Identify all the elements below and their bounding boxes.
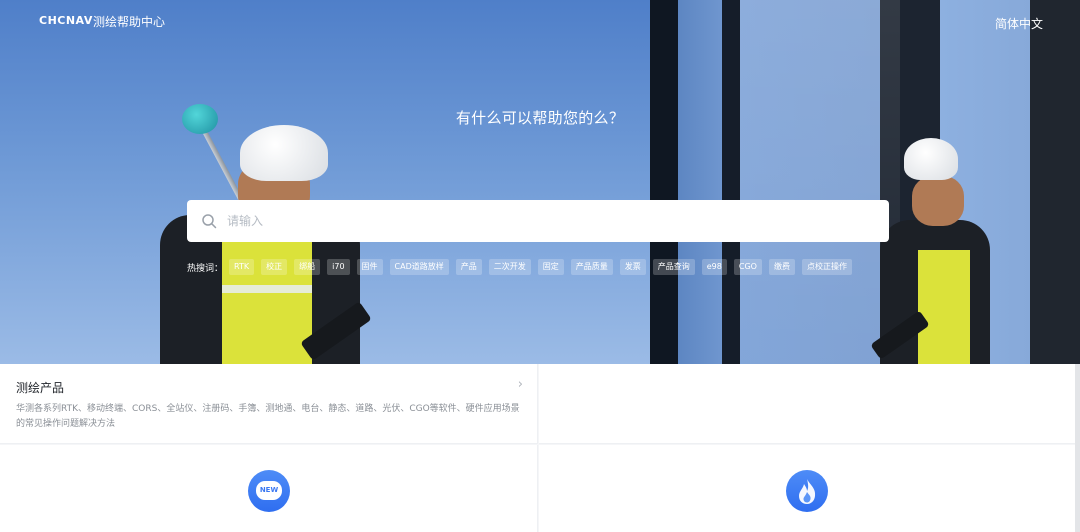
card-title: 测绘产品: [16, 381, 65, 395]
card-new[interactable]: NEW: [0, 445, 538, 532]
hot-search-label: 热搜词：: [187, 263, 224, 274]
hot-tag-firmware[interactable]: 固件: [356, 259, 383, 275]
new-icon: NEW: [248, 470, 290, 512]
card-empty: [539, 364, 1075, 444]
hot-tag-fixed[interactable]: 固定: [537, 259, 564, 275]
hero-banner: CHCNAV 测绘帮助中心 简体中文 有什么可以帮助您的么？ 热搜词： RTK …: [0, 0, 1080, 364]
hot-tag-point-calibration[interactable]: 点校正操作: [801, 259, 852, 275]
language-switcher[interactable]: 简体中文: [995, 15, 1043, 32]
card-description: 华测各系列RTK、移动终端、CORS、全站仪、注册码、手簿、测地通、电台、静态、…: [16, 404, 520, 429]
search-box[interactable]: [187, 200, 889, 242]
card-survey-products[interactable]: 测绘产品 › 华测各系列RTK、移动终端、CORS、全站仪、注册码、手簿、测地通…: [0, 364, 538, 444]
surveyor-reflection: [0, 0, 1080, 364]
chcnav-logo[interactable]: CHCNAV: [39, 14, 93, 27]
hot-tag-payment[interactable]: 缴费: [768, 259, 795, 275]
hot-tag-secondary-dev[interactable]: 二次开发: [488, 259, 531, 275]
hot-tag-cgo[interactable]: CGO: [733, 259, 762, 275]
hot-tag-product[interactable]: 产品: [455, 259, 482, 275]
hot-tag-rtk[interactable]: RTK: [229, 259, 255, 275]
top-nav: CHCNAV 测绘帮助中心 简体中文: [0, 0, 1080, 42]
card-hot[interactable]: [539, 445, 1075, 532]
hot-tag-ship[interactable]: 绑船: [294, 259, 321, 275]
site-title[interactable]: 测绘帮助中心: [93, 13, 165, 30]
hero-title: 有什么可以帮助您的么？: [455, 109, 625, 127]
search-input[interactable]: [227, 214, 867, 228]
hot-tag-invoice[interactable]: 发票: [619, 259, 646, 275]
scrollbar[interactable]: [1075, 364, 1080, 532]
hot-tag-product-quality[interactable]: 产品质量: [570, 259, 613, 275]
content-area: 测绘产品 › 华测各系列RTK、移动终端、CORS、全站仪、注册码、手簿、测地通…: [0, 364, 1080, 532]
hot-tag-e98[interactable]: e98: [701, 259, 727, 275]
hot-tag-product-query[interactable]: 产品查询: [652, 259, 695, 275]
hot-tag-i70[interactable]: i70: [327, 259, 350, 275]
new-badge: NEW: [256, 481, 282, 500]
hot-tag-calibration[interactable]: 校正: [261, 259, 288, 275]
chevron-right-icon[interactable]: ›: [518, 377, 523, 392]
hot-search-bar: 热搜词： RTK 校正 绑船 i70 固件 CAD道路放样 产品 二次开发 固定…: [187, 259, 859, 275]
hot-tag-cad-road[interactable]: CAD道路放样: [389, 259, 449, 275]
fire-icon: [786, 470, 828, 512]
search-icon: [201, 213, 217, 229]
